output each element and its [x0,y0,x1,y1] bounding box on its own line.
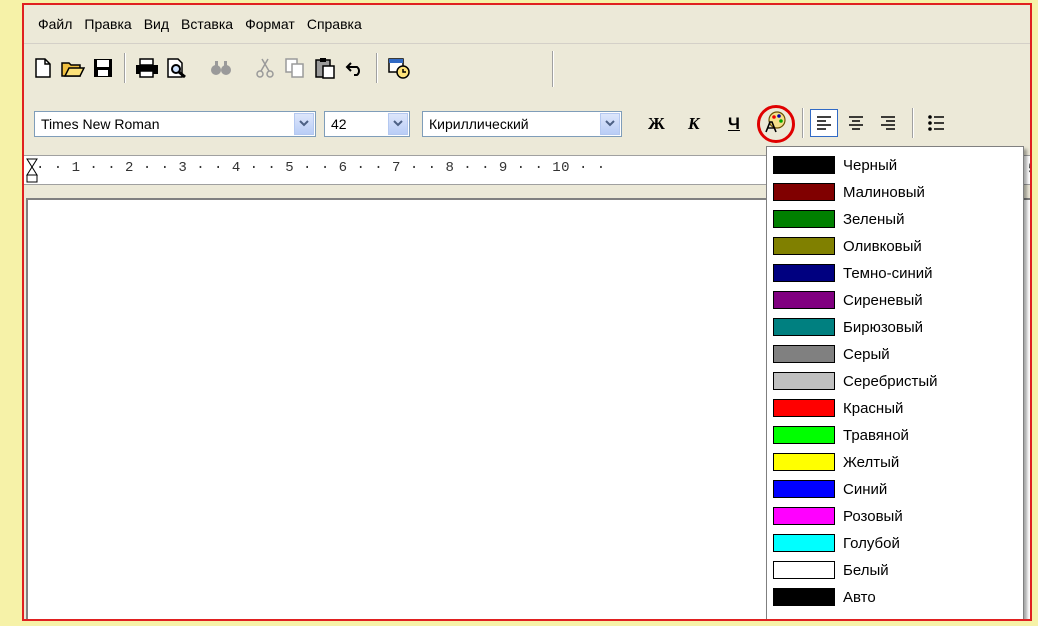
italic-button[interactable]: К [688,114,700,134]
open-folder-icon[interactable] [60,55,86,81]
color-swatch [773,210,835,228]
color-swatch [773,426,835,444]
color-label: Оливковый [843,237,922,255]
save-icon[interactable] [90,55,116,81]
align-center-icon[interactable] [842,109,870,137]
color-label: Розовый [843,507,903,525]
color-option[interactable]: Сиреневый [773,287,923,313]
color-option[interactable]: Бирюзовый [773,314,923,340]
chevron-down-icon[interactable] [388,113,408,135]
color-option[interactable]: Красный [773,395,903,421]
toolbar-separator [376,53,378,83]
toolbar-separator [124,53,126,83]
color-swatch [773,534,835,552]
color-swatch [773,156,835,174]
color-option[interactable]: Авто [773,584,876,610]
color-label: Красный [843,399,904,417]
menu-insert[interactable]: Вставка [175,5,239,43]
color-label: Зеленый [843,210,905,228]
formatting-toolbar: Times New Roman 42 Кириллический Ж К Ч [24,105,1030,143]
color-label: Бирюзовый [843,318,923,336]
color-label: Травяной [843,426,909,444]
font-color-button[interactable] [757,105,795,143]
font-size-select[interactable]: 42 [324,111,410,137]
paste-icon[interactable] [312,55,338,81]
color-option[interactable]: Черный [773,152,897,178]
color-option[interactable]: Синий [773,476,887,502]
color-swatch [773,507,835,525]
print-icon[interactable] [134,55,160,81]
color-option[interactable]: Белый [773,557,889,583]
bullets-icon[interactable] [922,109,950,137]
date-time-icon[interactable] [386,55,412,81]
color-label: Синий [843,480,888,498]
menu-bar: Файл Правка Вид Вставка Формат Справка [24,5,1030,44]
color-swatch [773,318,835,336]
color-label: Голубой [843,534,900,552]
color-option[interactable]: Голубой [773,530,900,556]
color-option[interactable]: Желтый [773,449,899,475]
color-label: Белый [843,561,889,579]
cut-icon[interactable] [252,55,278,81]
color-option[interactable]: Серебристый [773,368,938,394]
color-label: Малиновый [843,183,925,201]
color-label: Авто [843,588,876,606]
new-file-icon[interactable] [30,55,56,81]
script-value: Кириллический [429,116,529,132]
menu-help[interactable]: Справка [301,5,368,43]
menu-format[interactable]: Формат [239,5,301,43]
underline-button[interactable]: Ч [728,114,740,134]
color-option[interactable]: Серый [773,341,890,367]
menu-edit[interactable]: Правка [78,5,137,43]
color-label: Желтый [843,453,900,471]
color-swatch [773,561,835,579]
find-icon[interactable] [208,55,234,81]
color-swatch [773,453,835,471]
menu-view[interactable]: Вид [138,5,175,43]
script-select[interactable]: Кириллический [422,111,622,137]
ruler-overflow: 5 [1028,160,1030,176]
toolbar-separator [802,108,804,138]
color-swatch [773,480,835,498]
color-swatch [773,399,835,417]
color-option[interactable]: Малиновый [773,179,925,205]
undo-icon[interactable] [342,55,368,81]
toolbar-separator [552,51,554,87]
color-label: Черный [843,156,898,174]
align-right-icon[interactable] [874,109,902,137]
color-swatch [773,264,835,282]
bold-button[interactable]: Ж [648,114,665,134]
color-option[interactable]: Розовый [773,503,903,529]
font-size-value: 42 [331,116,347,132]
color-option[interactable]: Темно-синий [773,260,933,286]
color-label: Серебристый [843,372,938,390]
font-color-dropdown: Черный Малиновый Зеленый Оливковый Темно… [766,146,1024,619]
color-option[interactable]: Зеленый [773,206,904,232]
app-window: Файл Правка Вид Вставка Формат Справка T… [22,3,1032,621]
align-left-icon[interactable] [810,109,838,137]
print-preview-icon[interactable] [164,55,190,81]
chevron-down-icon[interactable] [600,113,620,135]
color-swatch [773,372,835,390]
color-option[interactable]: Травяной [773,422,909,448]
copy-icon[interactable] [282,55,308,81]
menu-file[interactable]: Файл [32,5,78,43]
color-swatch [773,291,835,309]
color-swatch [773,588,835,606]
color-swatch [773,237,835,255]
standard-toolbar [30,49,530,87]
font-color-icon [764,110,788,139]
color-swatch [773,345,835,363]
ruler-scale: · · 1 · · 2 · · 3 · · 4 · · 5 · · 6 · · … [36,160,606,176]
font-name-select[interactable]: Times New Roman [34,111,316,137]
font-name-value: Times New Roman [41,116,160,132]
color-swatch [773,183,835,201]
color-label: Серый [843,345,890,363]
color-label: Темно-синий [843,264,933,282]
color-option[interactable]: Оливковый [773,233,922,259]
chevron-down-icon[interactable] [294,113,314,135]
color-label: Сиреневый [843,291,923,309]
toolbar-separator [912,108,914,138]
